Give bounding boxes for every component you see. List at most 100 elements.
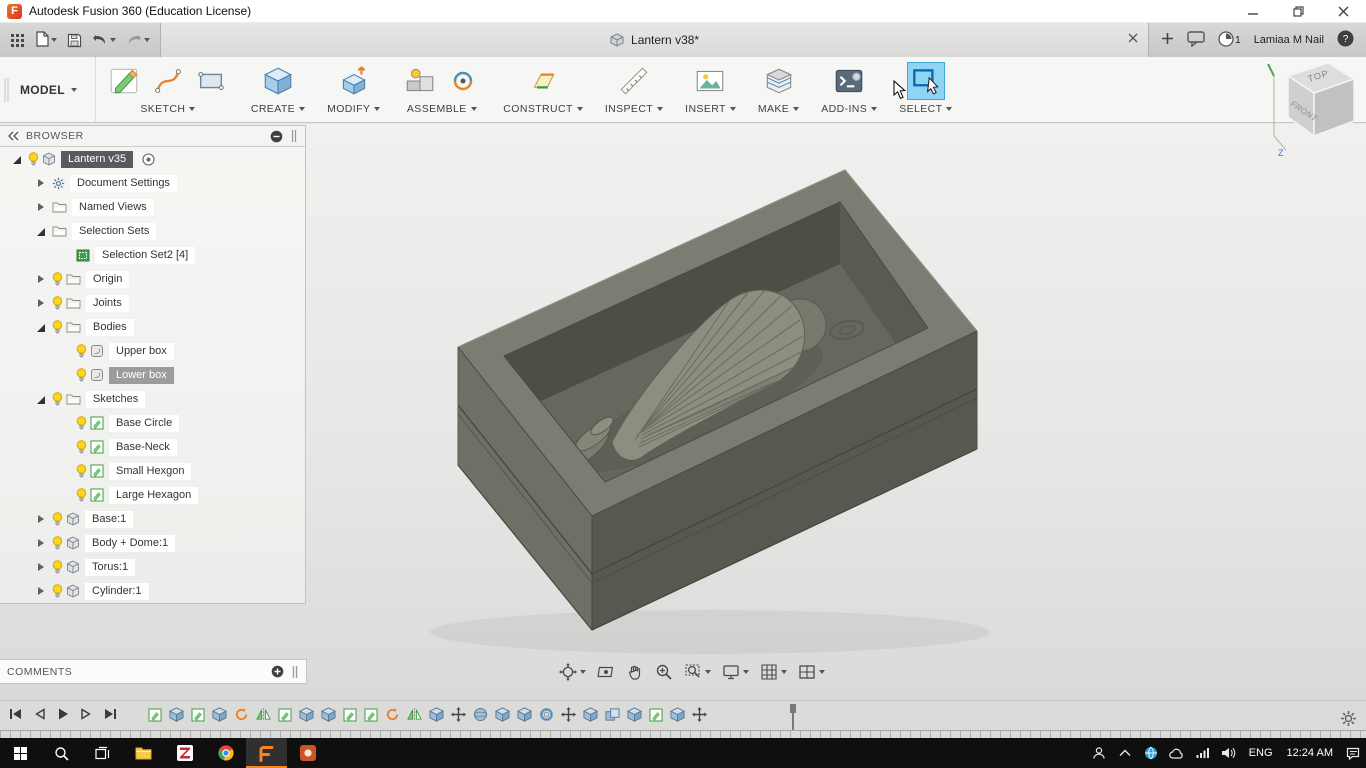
timeline-feature-extrude-1[interactable] <box>169 707 184 722</box>
panel-grip-icon[interactable] <box>290 129 298 143</box>
undo-button[interactable] <box>90 30 118 51</box>
pan-button[interactable] <box>622 660 648 684</box>
print3d-tool-icon[interactable] <box>761 63 797 99</box>
ribbon-group-dropdown[interactable]: CREATE <box>251 103 306 115</box>
expander-expanded-icon[interactable] <box>12 154 23 165</box>
ribbon-group-dropdown[interactable]: INSPECT <box>605 103 664 115</box>
browser-item-base-neck[interactable]: Base-Neck <box>0 435 305 459</box>
file-menu-button[interactable] <box>33 29 59 52</box>
close-button[interactable] <box>1321 0 1366 22</box>
browser-item-sketches[interactable]: Sketches <box>0 387 305 411</box>
expander-collapsed-icon[interactable] <box>36 274 47 285</box>
timeline-settings-icon[interactable] <box>1340 710 1357 727</box>
canvas-tool-icon[interactable] <box>692 63 728 99</box>
redo-button[interactable] <box>124 30 152 51</box>
scripts-tool-icon[interactable] <box>831 63 867 99</box>
browser-item-selection-set2-4[interactable]: Selection Set2 [4] <box>0 243 305 267</box>
cloud-icon[interactable] <box>1164 748 1190 759</box>
ribbon-group-dropdown[interactable]: CONSTRUCT <box>503 103 583 115</box>
ribbon-group-dropdown[interactable]: SKETCH <box>140 103 196 115</box>
activate-icon[interactable] <box>142 152 155 166</box>
workspace-switcher[interactable]: MODEL <box>12 57 96 122</box>
timeline-feature-extrude-24[interactable] <box>670 707 685 722</box>
expander-collapsed-icon[interactable] <box>36 178 47 189</box>
browser-item-upper-box[interactable]: Upper box <box>0 339 305 363</box>
browser-item-named-views[interactable]: Named Views <box>0 195 305 219</box>
minimize-button[interactable] <box>1231 0 1276 22</box>
minimize-panel-icon[interactable] <box>270 130 283 143</box>
expand-panel-icon[interactable] <box>271 665 284 678</box>
expander-collapsed-icon[interactable] <box>36 562 47 573</box>
timeline-position-marker[interactable] <box>788 704 798 731</box>
view-cube[interactable]: Z TOP FRONT <box>1256 52 1360 164</box>
globe-icon[interactable] <box>1138 746 1164 760</box>
user-name[interactable]: Lamiaa M Nail <box>1254 34 1324 46</box>
new-component-tool-icon[interactable] <box>260 63 296 99</box>
expander-collapsed-icon[interactable] <box>36 538 47 549</box>
timeline-feature-extrude-7[interactable] <box>299 707 314 722</box>
timeline-feature-sketch-6[interactable] <box>278 708 292 722</box>
browser-item-joints[interactable]: Joints <box>0 291 305 315</box>
timeline-feature-mirror-5[interactable] <box>256 707 271 722</box>
go-to-end-button[interactable] <box>102 707 118 721</box>
comment-bubble-icon[interactable] <box>1187 30 1205 50</box>
taskbar-start-icon[interactable] <box>0 738 41 768</box>
save-button[interactable] <box>65 31 84 50</box>
timeline-feature-move-14[interactable] <box>451 707 466 722</box>
browser-item-lower-box[interactable]: Lower box <box>0 363 305 387</box>
fit-button[interactable] <box>680 660 715 684</box>
ribbon-group-dropdown[interactable]: ASSEMBLE <box>407 103 477 115</box>
timeline-feature-revolve-11[interactable] <box>385 707 400 722</box>
viewports-button[interactable] <box>794 660 829 684</box>
taskbar-search-icon[interactable] <box>41 738 82 768</box>
ribbon-group-sketch[interactable]: SKETCH <box>96 57 240 122</box>
grid-snaps-button[interactable] <box>756 660 791 684</box>
timeline-feature-sketch-0[interactable] <box>148 708 162 722</box>
look-at-button[interactable] <box>593 660 619 684</box>
expander-collapsed-icon[interactable] <box>36 586 47 597</box>
spline-tool-icon[interactable] <box>150 63 186 99</box>
panel-grip-icon[interactable] <box>291 665 299 679</box>
ribbon-group-dropdown[interactable]: INSERT <box>685 103 736 115</box>
timeline-feature-sketch-23[interactable] <box>649 708 663 722</box>
timeline-feature-extrude-13[interactable] <box>429 707 444 722</box>
toolbar-grip[interactable] <box>0 57 12 122</box>
timeline-feature-extrude-3[interactable] <box>212 707 227 722</box>
ribbon-group-make[interactable]: MAKE <box>747 57 810 122</box>
volume-icon[interactable] <box>1216 747 1242 759</box>
expander-expanded-icon[interactable] <box>36 322 47 333</box>
step-forward-button[interactable] <box>79 707 93 721</box>
go-to-start-button[interactable] <box>8 707 24 721</box>
language-indicator[interactable]: ENG <box>1242 738 1280 768</box>
ribbon-group-add-ins[interactable]: ADD-INS <box>810 57 888 122</box>
job-status-button[interactable]: 1 <box>1218 30 1241 50</box>
tab-close-icon[interactable] <box>1128 32 1138 46</box>
taskbar-fusion-360-icon[interactable] <box>246 738 287 768</box>
browser-item-lantern-v35[interactable]: Lantern v35 <box>0 147 305 171</box>
zoom-button[interactable] <box>651 660 677 684</box>
browser-item-base-circle[interactable]: Base Circle <box>0 411 305 435</box>
restore-button[interactable] <box>1276 0 1321 22</box>
timeline-feature-mirror-12[interactable] <box>407 707 422 722</box>
timeline-feature-extrude-17[interactable] <box>517 707 532 722</box>
ribbon-group-insert[interactable]: INSERT <box>674 57 747 122</box>
timeline-feature-move-19[interactable] <box>561 707 576 722</box>
browser-item-bodies[interactable]: Bodies <box>0 315 305 339</box>
ribbon-group-construct[interactable]: CONSTRUCT <box>492 57 594 122</box>
timeline-feature-torus-18[interactable] <box>539 707 554 722</box>
expander-collapsed-icon[interactable] <box>36 202 47 213</box>
display-settings-button[interactable] <box>718 660 753 684</box>
ribbon-group-create[interactable]: CREATE <box>240 57 316 122</box>
expander-expanded-icon[interactable] <box>36 226 47 237</box>
ribbon-group-dropdown[interactable]: MODIFY <box>327 103 381 115</box>
browser-item-cylinder-1[interactable]: Cylinder:1 <box>0 579 305 603</box>
taskbar-file-explorer-icon[interactable] <box>123 738 164 768</box>
timeline-feature-sketch-10[interactable] <box>364 708 378 722</box>
timeline-ruler[interactable] <box>0 730 1366 738</box>
rect-tool-tool-icon[interactable] <box>193 63 229 99</box>
ribbon-group-dropdown[interactable]: MAKE <box>758 103 800 115</box>
measure-tool-icon[interactable] <box>616 63 652 99</box>
collapse-left-icon[interactable] <box>7 131 19 141</box>
ribbon-group-inspect[interactable]: INSPECT <box>594 57 674 122</box>
expander-collapsed-icon[interactable] <box>36 298 47 309</box>
